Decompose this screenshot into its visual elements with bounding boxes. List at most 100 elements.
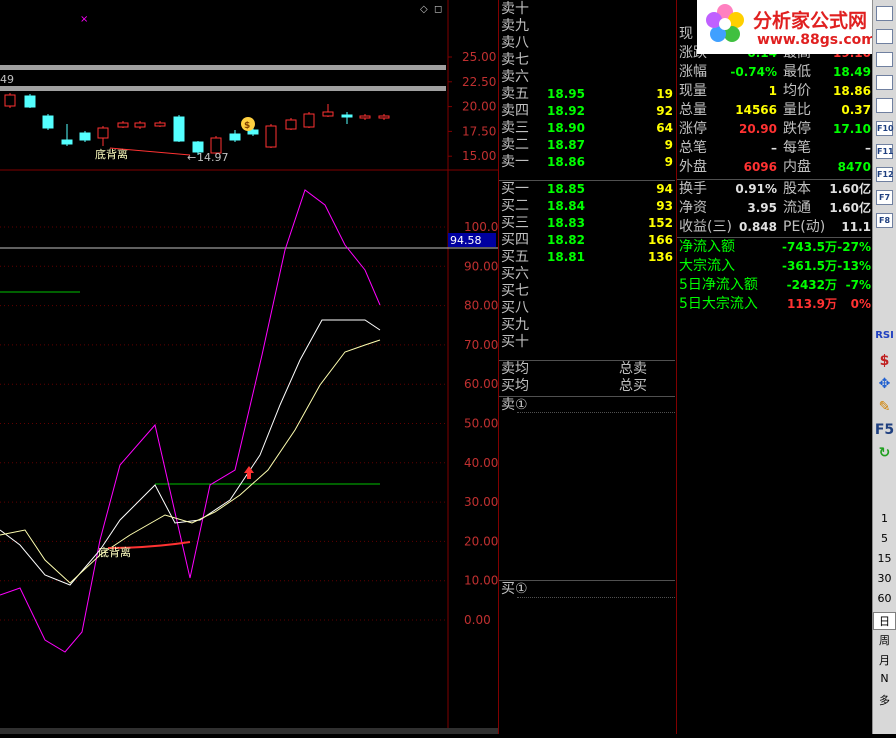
kline-indicator-chart[interactable]: 49 × ◇ ◻ 25.00 22.50 20.00 17.50 15.00 底背离 1…	[0, 0, 498, 734]
f11-icon[interactable]: F11	[876, 144, 894, 159]
fund-flow-percent: 0%	[850, 297, 871, 311]
grid-icon[interactable]	[876, 29, 893, 44]
table-icon[interactable]	[876, 75, 893, 90]
chart-icon[interactable]	[876, 6, 893, 21]
right-toolbar: F10 F11 F12 F7 F8 RSI $ ✥ ✎ F5 ↻ 1 5 15 30 60 日周月 N 多	[872, 0, 896, 734]
f12-icon[interactable]: F12	[876, 167, 894, 182]
fundamental-label: 净资	[679, 200, 707, 216]
chart-menu-icon: ◻	[434, 4, 442, 15]
stat-row: 涨停 20.90 跌停 17.10	[679, 120, 871, 139]
buy-level-price: 18.85	[547, 182, 585, 196]
sell-level-row[interactable]: 卖六	[501, 69, 673, 86]
buy-level-row[interactable]: 买三 18.83 152	[501, 215, 673, 232]
buy-level-row[interactable]: 买十	[501, 334, 673, 351]
period-button[interactable]: 月	[873, 652, 896, 668]
sell-level-row[interactable]: 卖八	[501, 35, 673, 52]
tool-button[interactable]: RSI	[873, 330, 896, 341]
sell-level-volume: 92	[656, 104, 673, 118]
sell-level-row[interactable]: 卖七	[501, 52, 673, 69]
buy-level-volume: 152	[647, 216, 673, 230]
sell-level-row[interactable]: 卖十	[501, 1, 673, 18]
period-button[interactable]: 5	[873, 532, 896, 545]
fund-flow-value: -743.5万	[782, 240, 837, 254]
buy-level-price: 18.84	[547, 199, 585, 213]
sell-level-volume: 9	[664, 138, 673, 152]
candle	[173, 115, 185, 142]
list-icon[interactable]	[876, 52, 893, 67]
period-button[interactable]: 多	[873, 692, 896, 708]
fund-flow-label: 5日净流入额	[679, 277, 758, 293]
buy-queue-row[interactable]: 买①	[501, 581, 673, 598]
period-button[interactable]: 60	[873, 592, 896, 605]
tool-button[interactable]: ✥	[873, 376, 896, 392]
period-button[interactable]: 1	[873, 512, 896, 525]
sell-level-row[interactable]: 卖三 18.90 64	[501, 120, 673, 137]
stat-label-2: 最低	[783, 64, 811, 80]
period-button[interactable]: 日	[873, 612, 896, 630]
indicator-axis: 100.0 90.00 80.00 70.00 60.00 50.00 40.00 30.00…	[464, 220, 498, 627]
buy-level-row[interactable]: 买九	[501, 317, 673, 334]
buy-level-row[interactable]: 买七	[501, 283, 673, 300]
indicator-tick-label: 100.0	[464, 220, 498, 234]
buy-level-row[interactable]: 买五 18.81 136	[501, 249, 673, 266]
candle	[24, 94, 36, 108]
stat-label-2: 每笔	[783, 140, 811, 156]
tool-button[interactable]: $	[873, 353, 896, 369]
price-tick-label: 20.00	[462, 100, 496, 114]
fund-flow-value: 113.9万	[787, 297, 837, 311]
sell-level-price: 18.95	[547, 87, 585, 101]
stat-value: -0.74%	[730, 65, 777, 79]
buy-avg-row: 买均 总买	[501, 378, 673, 395]
buy-level-volume: 94	[656, 182, 673, 196]
period-button[interactable]: 15	[873, 552, 896, 565]
fund-flow-row: 大宗流入 -361.5万 -13%	[679, 257, 871, 276]
tool-button[interactable]: ↻	[873, 445, 896, 461]
indicator-tick-label: 30.00	[464, 495, 498, 509]
buy-level-row[interactable]: 买二 18.84 93	[501, 198, 673, 215]
indicator-tick-label: 90.00	[464, 259, 498, 273]
stat-label-2: 内盘	[783, 159, 811, 175]
stat-label: 外盘	[679, 159, 707, 175]
indicator-tick-label: 50.00	[464, 417, 498, 431]
f8-icon[interactable]: F8	[876, 213, 893, 228]
buy-level-label: 买六	[501, 266, 529, 282]
indicator-tick-label: 70.00	[464, 338, 498, 352]
period-button[interactable]: N	[873, 672, 896, 685]
indicator-cream-line	[0, 339, 381, 584]
indicator-purple-line	[0, 189, 381, 653]
buy-level-row[interactable]: 买六	[501, 266, 673, 283]
stat-value-2: 17.10	[833, 122, 871, 136]
sell-level-volume: 19	[656, 87, 673, 101]
buy-level-volume: 136	[647, 250, 673, 264]
sell-level-row[interactable]: 卖五 18.95 19	[501, 86, 673, 103]
stat-row: 总量 14566 量比 0.37	[679, 101, 871, 120]
buy-level-label: 买二	[501, 198, 529, 214]
stat-value: –	[771, 141, 777, 155]
fundamental-label-2: PE(动)	[783, 219, 826, 235]
fundamental-value: 0.91%	[735, 182, 777, 196]
buy-level-volume: 93	[656, 199, 673, 213]
chart-area[interactable]: 49 × ◇ ◻ 25.00 22.50 20.00 17.50 15.00 底背离 1…	[0, 0, 498, 734]
indicator-tick-label: 10.00	[464, 574, 498, 588]
sell-level-row[interactable]: 卖四 18.92 92	[501, 103, 673, 120]
buy-level-label: 买九	[501, 317, 529, 333]
sell-level-row[interactable]: 卖九	[501, 18, 673, 35]
tool-button[interactable]: F5	[873, 422, 896, 438]
sell-level-row[interactable]: 卖二 18.87 9	[501, 137, 673, 154]
period-button[interactable]: 周	[873, 632, 896, 648]
fundamental-value-2: 1.60亿	[829, 182, 871, 196]
buy-level-price: 18.82	[547, 233, 585, 247]
tool-button[interactable]: ✎	[873, 399, 896, 415]
line-icon[interactable]	[876, 98, 893, 113]
f10-icon[interactable]: F10	[876, 121, 894, 136]
period-button[interactable]: 30	[873, 572, 896, 585]
fund-flow-percent: -13%	[837, 259, 871, 273]
buy-level-label: 买八	[501, 300, 529, 316]
f7-icon[interactable]: F7	[876, 190, 893, 205]
buy-level-row[interactable]: 买一 18.85 94	[501, 181, 673, 198]
info-bar-bottom	[0, 86, 446, 91]
buy-level-row[interactable]: 买八	[501, 300, 673, 317]
sell-level-row[interactable]: 卖一 18.86 9	[501, 154, 673, 171]
order-book-panel: 卖十 卖九 卖八 卖七 卖六 卖五 18.95 19 卖四 18.92 92 卖三 …	[498, 0, 676, 734]
buy-level-row[interactable]: 买四 18.82 166	[501, 232, 673, 249]
